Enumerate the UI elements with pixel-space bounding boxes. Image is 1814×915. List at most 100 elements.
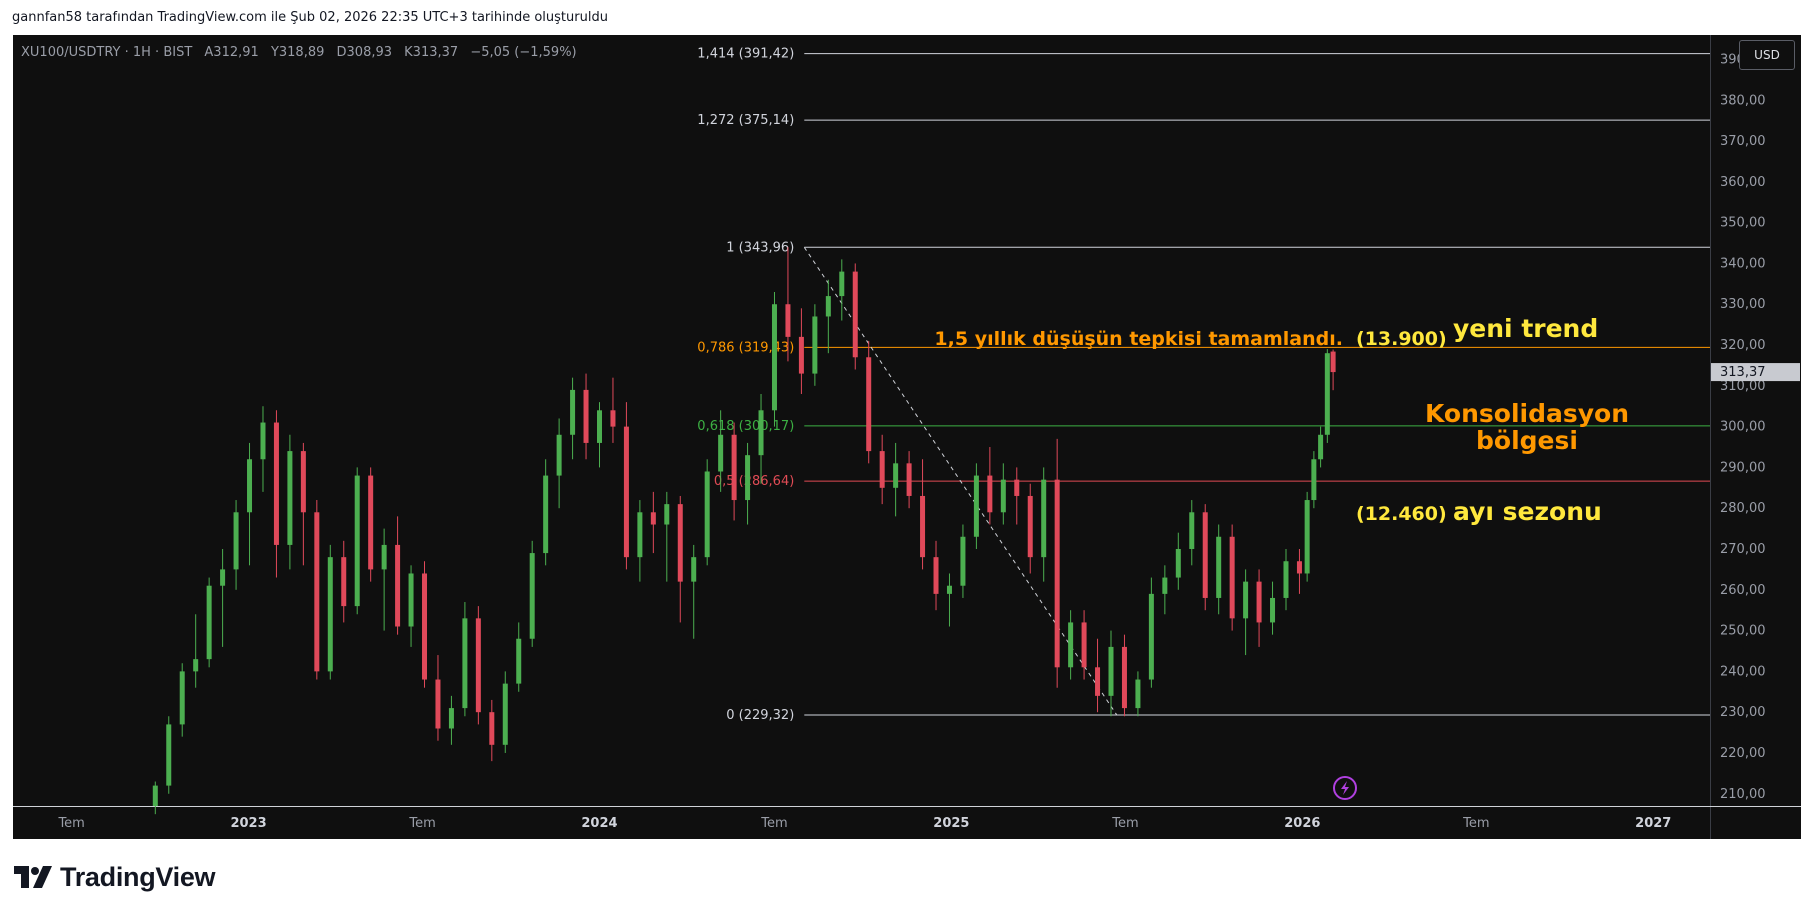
price-tick-label: 250,00 [1720, 624, 1766, 639]
price-tick-label: 290,00 [1720, 460, 1766, 475]
candle-body [987, 475, 993, 513]
candle-body [745, 455, 751, 501]
candle-body [758, 410, 764, 456]
candle-body [879, 451, 885, 488]
candle-body [287, 451, 293, 545]
fib-level-label: 1,414 (391,42) [697, 47, 794, 62]
candle-body [852, 271, 858, 358]
time-tick-label: Tem [408, 816, 435, 831]
candle-body [785, 304, 791, 337]
candle-body [1041, 479, 1047, 558]
candle-body [273, 422, 279, 545]
candle-body [422, 573, 428, 680]
candle-body [354, 475, 360, 607]
open-value: A312,91 [204, 45, 259, 60]
candle-body [718, 434, 724, 472]
candle-body [193, 659, 199, 672]
chart-annotation: yeni trend [1453, 314, 1598, 343]
candle-body [1000, 479, 1006, 513]
candle-body [946, 585, 952, 594]
candle-body [650, 512, 656, 525]
candle-body [610, 410, 616, 427]
symbol-info-bar: XU100/USDTRY · 1H · BIST A312,91 Y318,89… [21, 45, 585, 60]
candle-body [664, 504, 670, 525]
time-tick-label: Tem [1462, 816, 1489, 831]
candle-body [1108, 646, 1114, 696]
candle-body [1216, 536, 1222, 598]
candle-body [381, 544, 387, 570]
lightning-alert-icon [1333, 776, 1357, 800]
change-value: −5,05 (−1,59%) [470, 45, 577, 60]
candle-body [973, 475, 979, 537]
candle-body [691, 557, 697, 582]
time-tick-label: 2026 [1284, 816, 1320, 831]
candle-body [798, 336, 804, 374]
currency-button[interactable]: USD [1739, 40, 1795, 70]
chart-credit-line: gannfan58 tarafından TradingView.com ile… [12, 10, 608, 25]
candle-body [489, 712, 495, 745]
candle-body [731, 434, 737, 501]
candle-body [179, 671, 185, 725]
fib-level-label: 0,618 (300,17) [697, 419, 794, 434]
candle-body [516, 638, 522, 684]
candle-body [893, 463, 899, 488]
candle-body [583, 389, 589, 443]
time-tick-label: 2023 [230, 816, 266, 831]
price-tick-label: 380,00 [1720, 93, 1766, 108]
candle-body [1081, 622, 1087, 668]
candle-body [920, 495, 926, 558]
fib-level-label: 0,786 (319,43) [697, 340, 794, 355]
candle-body [462, 618, 468, 709]
high-value: Y318,89 [270, 45, 325, 60]
chart-annotation: bölgesi [1476, 426, 1578, 455]
chart-annotation: 1,5 yıllık düşüşün tepkisi tamamlandı. [934, 328, 1343, 350]
candle-body [368, 475, 374, 570]
candle-body [152, 785, 158, 806]
candle-body [475, 618, 481, 713]
candle-body [300, 451, 306, 513]
tradingview-logo-icon [14, 866, 52, 888]
candle-body [1311, 459, 1317, 501]
candle-body [1027, 495, 1033, 558]
chart-annotation: (13.900) [1356, 328, 1447, 350]
brand-name: TradingView [60, 861, 216, 892]
fib-level-label: 0 (229,32) [726, 708, 794, 723]
candlestick-chart[interactable]: 390,00380,00370,00360,00350,00340,00330,… [13, 35, 1801, 839]
candle-body [247, 459, 253, 513]
chart-area[interactable]: 390,00380,00370,00360,00350,00340,00330,… [13, 35, 1801, 839]
candle-body [1304, 500, 1310, 574]
fib-level-label: 1 (343,96) [726, 240, 794, 255]
time-tick-label: 2025 [933, 816, 969, 831]
candle-body [623, 426, 629, 558]
candle-body [637, 512, 643, 558]
price-tick-label: 210,00 [1720, 787, 1766, 802]
fib-level-label: 1,272 (375,14) [697, 113, 794, 128]
candle-body [1256, 581, 1262, 623]
time-tick-label: Tem [760, 816, 787, 831]
candle-body [1324, 353, 1330, 435]
time-tick-label: 2024 [581, 816, 617, 831]
candle-body [260, 422, 266, 460]
low-value: D308,93 [336, 45, 393, 60]
candle-body [408, 573, 414, 627]
time-tick-label: Tem [57, 816, 84, 831]
chart-annotation: (12.460) [1356, 503, 1447, 525]
candle-body [220, 569, 226, 586]
candle-body [1330, 351, 1336, 373]
price-tick-label: 230,00 [1720, 705, 1766, 720]
candle-body [1095, 667, 1101, 696]
candle-body [1229, 536, 1235, 619]
price-tick-label: 370,00 [1720, 134, 1766, 149]
symbol-name[interactable]: XU100/USDTRY · 1H · BIST [21, 45, 192, 60]
price-tick-label: 240,00 [1720, 664, 1766, 679]
candle-body [933, 557, 939, 594]
candle-body [502, 683, 508, 745]
price-tick-label: 260,00 [1720, 583, 1766, 598]
price-tick-label: 340,00 [1720, 256, 1766, 271]
last-price-label: 313,37 [1720, 365, 1766, 380]
candle-body [1175, 549, 1181, 578]
price-tick-label: 350,00 [1720, 216, 1766, 231]
price-tick-label: 270,00 [1720, 542, 1766, 557]
candle-body [1121, 646, 1127, 709]
candle-body [206, 585, 212, 660]
